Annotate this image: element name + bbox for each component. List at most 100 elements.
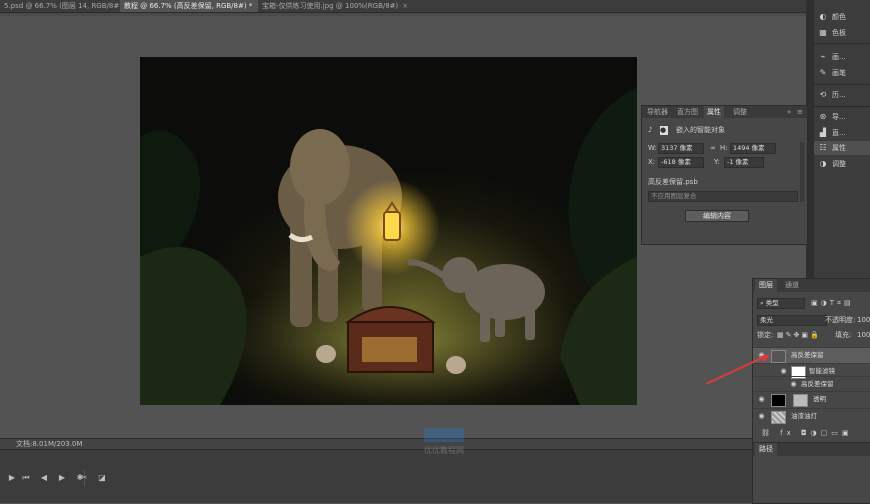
eye-icon[interactable]: ◉ xyxy=(757,412,766,421)
document-tab-bar: 5.psd @ 66.7% (图层 14, RGB/8#) * × 教程 @ 66… xyxy=(0,0,806,13)
panel-collapse-icon[interactable]: » xyxy=(784,106,794,118)
divider xyxy=(814,43,870,44)
panel-brush-presets[interactable]: ⌁ 画... xyxy=(814,50,870,64)
composite-image xyxy=(140,87,637,405)
history-icon: ⟲ xyxy=(819,90,827,99)
close-icon[interactable]: × xyxy=(402,2,408,10)
panel-swatches[interactable]: ▦ 色板 xyxy=(814,26,870,40)
tab-label: 宝箱-仅供练习使用.jpg @ 100%(RGB/8#) xyxy=(262,2,399,10)
tab-paths[interactable]: 路径 xyxy=(755,443,777,456)
search-icon: ⌕ xyxy=(760,299,764,307)
tab-layers[interactable]: 图层 xyxy=(755,279,777,292)
watermark-logo xyxy=(424,428,464,442)
document-tab-2[interactable]: 教程 @ 66.7% (高反差保留, RGB/8#) *× xyxy=(120,0,267,12)
properties-panel: 导航器 直方图 属性 调整 » ≡ ♪ ● 嵌入的智能对象 W: 3137 像素… xyxy=(641,105,808,245)
properties-tab-bar: 导航器 直方图 属性 调整 » ≡ xyxy=(642,106,807,118)
layer-mask-icon: ● xyxy=(660,126,668,135)
layers-tab-bar: 图层 通道 xyxy=(753,279,870,292)
layer-mask-thumbnail xyxy=(793,394,808,407)
y-field[interactable]: -1 像素 xyxy=(724,157,764,168)
fill-value[interactable]: 100% xyxy=(857,331,870,340)
layer-name: 油漆油灯 xyxy=(791,412,817,420)
layer-name: 高反差保留 xyxy=(801,380,834,388)
go-first-icon[interactable]: ⏮ xyxy=(20,472,32,484)
tab-label: 教程 @ 66.7% (高反差保留, RGB/8#) * xyxy=(124,2,253,10)
y-label: Y: xyxy=(714,158,720,166)
smart-object-icon: ♪ xyxy=(648,126,653,134)
ruler xyxy=(0,13,806,16)
panel-actions[interactable]: ⊛ 导... xyxy=(814,110,870,124)
filter-kind-select[interactable]: ⌕ 类型 xyxy=(757,298,805,309)
panel-brush[interactable]: ✎ 画笔 xyxy=(814,66,870,80)
color-icon: ◐ xyxy=(819,12,827,21)
fill-label: 填充: xyxy=(835,331,852,339)
histogram-icon: ▟ xyxy=(819,128,827,137)
eye-icon[interactable]: ◉ xyxy=(757,395,766,404)
opacity-value[interactable]: 100% xyxy=(857,316,870,325)
watermark: 优优教程网 xyxy=(404,426,484,462)
document-size-info[interactable]: 文档:8.01M/203.0M xyxy=(16,439,82,449)
paths-tab-bar: 路径 xyxy=(753,443,870,456)
height-label: H: xyxy=(720,144,728,152)
tab-properties[interactable]: 属性 xyxy=(704,106,724,118)
linked-filename: 高反差保留.psb xyxy=(648,178,698,186)
scissors-icon[interactable]: ✂ xyxy=(78,472,90,484)
lock-icons[interactable]: ▦✎✥▣🔒 xyxy=(777,331,821,340)
layer-row[interactable]: ◉ 透明 xyxy=(753,391,870,407)
layer-name: 透明 xyxy=(813,395,826,403)
panel-history[interactable]: ⟲ 历... xyxy=(814,88,870,102)
document-tab-3[interactable]: 宝箱-仅供练习使用.jpg @ 100%(RGB/8#) × xyxy=(258,0,413,12)
divider xyxy=(814,106,870,107)
panel-properties[interactable]: ☷ 属性 xyxy=(814,141,870,155)
annotation-arrow xyxy=(705,354,770,385)
play-icon[interactable]: ▶ xyxy=(6,472,18,484)
brush-preset-icon: ⌁ xyxy=(820,52,826,61)
width-field[interactable]: 3137 像素 xyxy=(658,143,704,154)
panel-histogram[interactable]: ▟ 直... xyxy=(814,126,870,140)
timeline-panel: ▶ ⏮ ◀ ▶ ✱ ✂ ◪ xyxy=(0,449,806,503)
filter-icons[interactable]: ▣◑T⌗▤ xyxy=(811,299,854,308)
properties-icon: ☷ xyxy=(819,143,827,152)
status-bar: 文档:8.01M/203.0M xyxy=(0,438,806,449)
panel-adjustments[interactable]: ◑ 调整 xyxy=(814,157,870,171)
eye-icon[interactable]: ◉ xyxy=(779,367,788,376)
tab-navigator[interactable]: 导航器 xyxy=(644,106,671,118)
actions-icon: ⊛ xyxy=(819,112,827,121)
fx-button[interactable]: fx xyxy=(780,429,795,437)
tab-label: 5.psd @ 66.7% (图层 14, RGB/8#) * xyxy=(4,2,128,10)
swatches-icon: ▦ xyxy=(819,28,827,37)
skull-right xyxy=(446,356,466,374)
brush-icon: ✎ xyxy=(819,68,827,77)
panel-menu-icon[interactable]: ≡ xyxy=(794,106,806,118)
object-type-label: 嵌入的智能对象 xyxy=(676,126,725,134)
layer-name: 高反差保留 xyxy=(791,351,824,359)
tab-adjustments[interactable]: 调整 xyxy=(730,106,750,118)
tab-histogram[interactable]: 直方图 xyxy=(674,106,701,118)
layer-row[interactable]: ◉ 油漆油灯 xyxy=(753,408,870,424)
edit-contents-button[interactable]: 编辑内容 xyxy=(685,210,749,222)
x-field[interactable]: -618 像素 xyxy=(658,157,704,168)
height-field[interactable]: 1494 像素 xyxy=(730,143,776,154)
properties-scrollbar[interactable] xyxy=(800,142,804,202)
watermark-text: 优优教程网 xyxy=(424,446,464,455)
layer-comp-select[interactable]: 不应用图层复合 xyxy=(648,191,798,202)
skull-left xyxy=(316,345,336,363)
step-back-icon[interactable]: ◀ xyxy=(38,472,50,484)
panel-color[interactable]: ◐ 颜色 xyxy=(814,10,870,24)
layer-thumbnail xyxy=(771,411,786,424)
width-label: W: xyxy=(648,144,657,152)
paths-panel: 路径 xyxy=(752,442,870,504)
adjustments-icon: ◑ xyxy=(819,159,827,168)
blend-mode-select[interactable]: 柔光 xyxy=(757,315,827,326)
layer-thumbnail xyxy=(771,394,786,407)
lock-label: 锁定: xyxy=(757,331,774,339)
transition-icon[interactable]: ◪ xyxy=(96,472,108,484)
tab-channels[interactable]: 通道 xyxy=(781,279,803,292)
layer-footer-icons[interactable]: ⛓ fx ◘◑▢▭▣ xyxy=(761,429,852,438)
document-canvas[interactable] xyxy=(140,57,637,405)
link-icon[interactable]: ∞ xyxy=(710,144,716,153)
divider xyxy=(814,84,870,85)
eye-icon[interactable]: ◉ xyxy=(789,380,798,389)
step-forward-icon[interactable]: ▶ xyxy=(56,472,68,484)
filter-kind-label: 类型 xyxy=(765,299,779,307)
